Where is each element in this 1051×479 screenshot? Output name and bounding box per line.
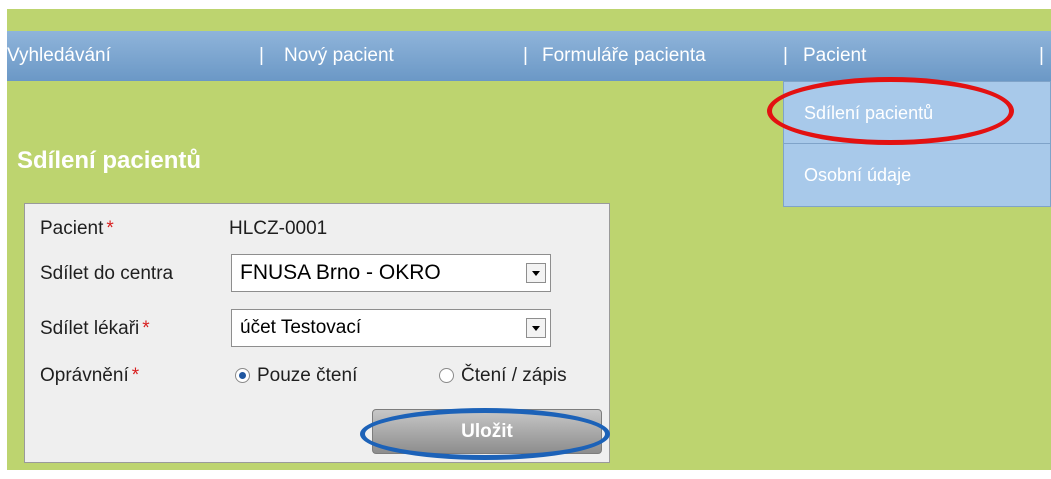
page-title: Sdílení pacientů	[17, 147, 202, 174]
share-doctor-select[interactable]: účet Testovací	[231, 309, 551, 347]
patient-id-value: HLCZ-0001	[229, 218, 328, 239]
required-mark: *	[106, 218, 114, 239]
nav-item-patient-forms[interactable]: Formuláře pacienta	[542, 31, 706, 81]
share-doctor-label-text: Sdílet lékaři	[40, 318, 140, 339]
patient-label: Pacient *	[40, 218, 114, 240]
required-mark: *	[142, 318, 150, 339]
radio-checked-icon[interactable]	[235, 368, 250, 383]
nav-item-search[interactable]: Vyhledávání	[7, 31, 111, 81]
patient-dropdown-menu: Sdílení pacientů Osobní údaje	[783, 81, 1051, 207]
nav-separator: |	[259, 45, 264, 66]
permission-label: Oprávnění *	[40, 365, 139, 387]
nav-separator: |	[783, 45, 788, 66]
chevron-down-icon[interactable]	[526, 318, 546, 338]
share-doctor-label: Sdílet lékaři *	[40, 318, 150, 340]
share-doctor-selected-value: účet Testovací	[240, 317, 362, 338]
permission-read-write-radio[interactable]: Čtení / zápis	[439, 365, 567, 387]
top-navigation: Vyhledávání | Nový pacient | Formuláře p…	[7, 31, 1051, 81]
permission-read-write-label: Čtení / zápis	[461, 365, 567, 386]
share-center-label: Sdílet do centra	[40, 263, 174, 284]
share-center-select[interactable]: FNUSA Brno - OKRO	[231, 254, 551, 292]
patient-label-text: Pacient	[40, 218, 104, 239]
application-area: Vyhledávání | Nový pacient | Formuláře p…	[7, 9, 1051, 470]
permission-read-only-radio[interactable]: Pouze čtení	[235, 365, 357, 387]
share-center-selected-value: FNUSA Brno - OKRO	[240, 261, 441, 284]
patient-sharing-form: Pacient * HLCZ-0001 Sdílet do centra FNUS…	[24, 203, 610, 463]
required-mark: *	[131, 365, 140, 386]
radio-unchecked-icon[interactable]	[439, 368, 454, 383]
dropdown-item-personal-data[interactable]: Osobní údaje	[784, 144, 1050, 206]
nav-separator: |	[523, 45, 528, 66]
permission-label-text: Oprávnění	[40, 365, 129, 386]
permission-read-only-label: Pouze čtení	[257, 365, 358, 386]
chevron-down-icon[interactable]	[526, 263, 546, 283]
save-button[interactable]: Uložit	[372, 409, 602, 454]
nav-item-patient[interactable]: Pacient	[803, 31, 866, 81]
nav-item-new-patient[interactable]: Nový pacient	[284, 31, 394, 81]
dropdown-item-patient-sharing[interactable]: Sdílení pacientů	[784, 82, 1050, 144]
nav-separator: |	[1039, 45, 1044, 66]
